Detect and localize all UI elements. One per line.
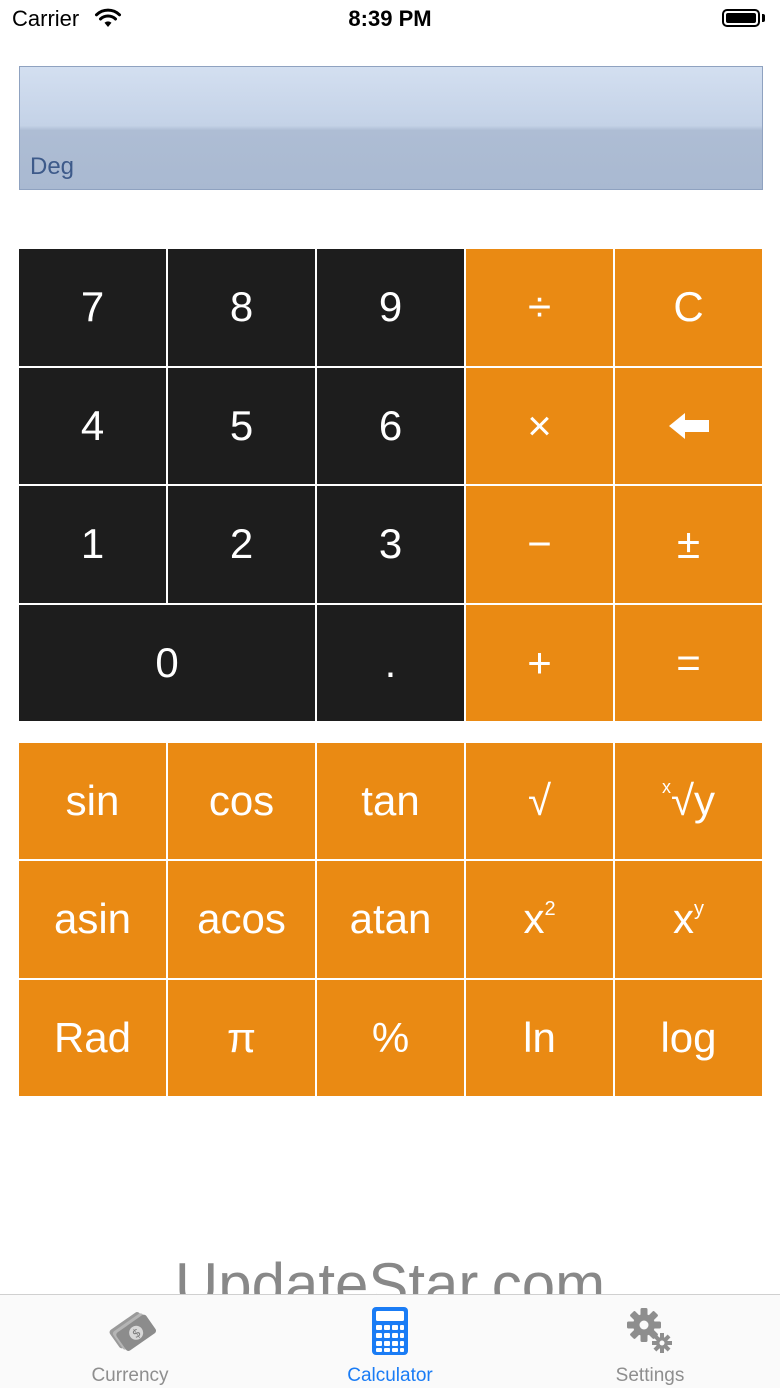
scientific-keypad: sin cos tan √ x √y asin acos atan x 2 x y Rad π% ln log (19, 743, 762, 1096)
key-5[interactable]: 5 (168, 367, 315, 484)
root-index-label: x (661, 776, 671, 797)
ln-button[interactable]: ln (466, 979, 613, 1096)
key-6[interactable]: 6 (317, 367, 464, 484)
currency-money-icon: $ (109, 1312, 156, 1351)
key-8[interactable]: 8 (168, 249, 315, 366)
status-bar: Carrier 8:39 PM (0, 0, 780, 40)
add-button[interactable]: + (466, 604, 613, 721)
key-label: tan (361, 777, 420, 825)
key-label: π (227, 1013, 256, 1061)
tab-calculator[interactable]: Calculator (260, 1295, 520, 1388)
key-label: sin (65, 777, 120, 825)
calculator-icon (372, 1307, 408, 1355)
gear-icon (627, 1308, 672, 1353)
clear-button[interactable]: C (615, 249, 762, 366)
key-3[interactable]: 3 (317, 486, 464, 603)
atan-button[interactable]: atan (317, 861, 464, 978)
nth-root-button[interactable]: x √y (615, 743, 762, 860)
tab-label-calculator: Calculator (347, 1365, 433, 1386)
key-4[interactable]: 4 (19, 367, 166, 484)
sqrt-button[interactable]: √ (466, 743, 613, 860)
square-button[interactable]: x2 (466, 861, 613, 978)
backspace-button[interactable] (615, 367, 762, 484)
rad-toggle-button[interactable]: Rad (19, 979, 166, 1096)
key-label: √ (527, 777, 552, 825)
equals-button[interactable]: = (615, 604, 762, 721)
key-label: atan (349, 895, 432, 943)
pi-button[interactable]: π (168, 979, 315, 1096)
exponent-label: 2 (544, 897, 556, 920)
multiply-button[interactable]: × (466, 367, 613, 484)
backspace-arrow-icon (668, 412, 709, 439)
tab-label-currency: Currency (91, 1365, 169, 1386)
key-label: % (371, 1013, 410, 1061)
key-0[interactable]: 0 (19, 604, 315, 721)
percent-button[interactable]: % (317, 979, 464, 1096)
divide-button[interactable]: ÷ (466, 249, 613, 366)
key-label: cos (208, 777, 275, 825)
key-label: asin (53, 895, 132, 943)
calculator-display: Deg (19, 66, 763, 190)
tab-bar: $ Currency Calculator Settings (0, 1294, 780, 1388)
key-label: x (523, 895, 545, 943)
key-9[interactable]: 9 (317, 249, 464, 366)
negate-button[interactable]: ± (615, 486, 762, 603)
clock: 8:39 PM (348, 6, 432, 31)
battery-icon (722, 9, 760, 27)
key-label: Rad (53, 1013, 132, 1061)
tab-settings[interactable]: Settings (520, 1295, 780, 1388)
tan-button[interactable]: tan (317, 743, 464, 860)
subtract-button[interactable]: − (466, 486, 613, 603)
asin-button[interactable]: asin (19, 861, 166, 978)
key-label: acos (197, 895, 286, 943)
tab-currency[interactable]: $ Currency (0, 1295, 260, 1388)
acos-button[interactable]: acos (168, 861, 315, 978)
key-7[interactable]: 7 (19, 249, 166, 366)
key-label: x (673, 895, 694, 943)
key-label: √y (670, 777, 716, 825)
key-label: log (660, 1013, 717, 1061)
battery-tip (762, 14, 765, 22)
key-1[interactable]: 1 (19, 486, 166, 603)
power-button[interactable]: xy (615, 861, 762, 978)
main-keypad: 7 8 9 ÷ C 4 5 6 × 1 2 3− ±0. + = (19, 249, 762, 721)
tab-label-settings: Settings (615, 1365, 685, 1386)
key-2[interactable]: 2 (168, 486, 315, 603)
decimal-button[interactable]: . (317, 604, 464, 721)
key-label: ln (523, 1013, 556, 1061)
angle-mode-label: Deg (30, 153, 75, 180)
sin-button[interactable]: sin (19, 743, 166, 860)
cos-button[interactable]: cos (168, 743, 315, 860)
log-button[interactable]: log (615, 979, 762, 1096)
exponent-label: y (694, 897, 704, 920)
